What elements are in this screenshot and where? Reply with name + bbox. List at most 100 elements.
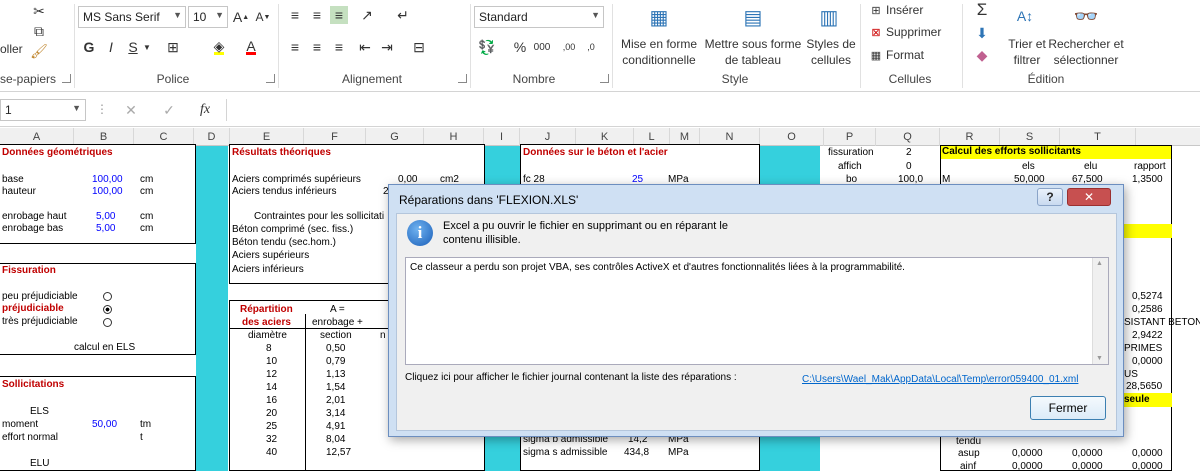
details-box[interactable]: Ce classeur a perdu son projet VBA, ses … [405,257,1109,365]
cell-styles-line2: cellules [810,53,852,67]
increase-decimal-icon[interactable]: ,00 [560,38,578,56]
r-asup: 0,0000 [1012,448,1043,459]
underline-button[interactable]: S [124,38,142,56]
rep-section-3: 1,54 [326,382,346,393]
shrink-font-icon[interactable]: A ▼ [254,8,272,26]
close-dialog-button[interactable]: Fermer [1030,396,1106,420]
format-icon[interactable]: ▦ [868,47,884,63]
copy-icon[interactable]: ⧉ [30,22,48,40]
column-header-i[interactable]: I [484,128,520,146]
insert-function-button[interactable]: fx [196,101,214,119]
chevron-down-icon[interactable]: ▼ [142,38,152,56]
font-launcher[interactable] [266,74,275,83]
column-header-p[interactable]: P [824,128,876,146]
clear-icon[interactable]: ◆ [972,46,992,64]
enrb-value[interactable]: 5,00 [96,223,115,235]
percent-button[interactable]: % [512,38,528,56]
align-center-icon[interactable]: ≡ [308,38,326,56]
wrap-text-icon[interactable]: ↵ [392,6,414,24]
radio-peu[interactable] [103,292,112,301]
fill-color-icon[interactable]: ◈ [210,38,228,56]
number-launcher[interactable] [600,74,609,83]
grow-font-icon[interactable]: A ▲ [232,8,250,26]
base-label: base [2,174,24,185]
indent-decrease-icon[interactable]: ⇤ [356,38,374,56]
merge-center-icon[interactable]: ⊟ [408,38,430,56]
column-header-t[interactable]: T [1060,128,1136,146]
align-bottom-icon[interactable]: ≡ [330,6,348,24]
radio-prejudiciable[interactable] [103,305,112,314]
scroll-down-icon[interactable]: ▼ [1096,355,1103,362]
indent-increase-icon[interactable]: ⇥ [378,38,396,56]
column-header-o[interactable]: O [760,128,824,146]
column-header-r[interactable]: R [940,128,1000,146]
align-right-icon[interactable]: ≡ [330,38,348,56]
rep-diam-8: 40 [266,447,278,458]
details-scrollbar[interactable]: ▲ ▼ [1092,258,1108,364]
paste-label[interactable]: oller [0,42,23,56]
p-affich: 0 [906,161,912,172]
align-middle-icon[interactable]: ≡ [308,6,326,24]
scissors-icon[interactable]: ✂ [30,2,48,20]
format-as-table-icon[interactable]: ▤ [740,2,766,32]
font-name-value: MS Sans Serif [83,10,160,24]
delete-icon[interactable]: ⊠ [868,24,884,40]
cancel-formula-icon[interactable]: ✕ [122,101,140,119]
insert-icon[interactable]: ⊞ [868,2,884,18]
help-button[interactable]: ? [1037,188,1063,206]
number-format-combo[interactable]: Standard ▼ [474,6,604,28]
borders-icon[interactable]: ⊞ [164,38,182,56]
orientation-icon[interactable]: ↗ [356,6,378,24]
name-box[interactable]: 1 ▼ [0,99,86,121]
radio-tres[interactable] [103,318,112,327]
format-button[interactable]: Format [886,48,924,62]
find-select-button[interactable]: Rechercher et sélectionner [1046,36,1126,68]
moment-value[interactable]: 50,00 [92,419,117,431]
dialog-message-2: contenu illisible. [443,234,521,246]
italic-button[interactable]: I [102,38,120,56]
font-size-combo[interactable]: 10 ▼ [188,6,228,28]
delete-button[interactable]: Supprimer [886,25,941,39]
column-header-q[interactable]: Q [876,128,940,146]
conditional-formatting-icon[interactable]: ▦ [646,2,672,32]
format-painter-icon[interactable]: 🖌 [30,42,48,60]
scroll-up-icon[interactable]: ▲ [1096,260,1103,267]
rep-n: n [380,330,386,341]
beton-comp: Béton comprimé (sec. fiss.) [232,224,354,235]
format-as-table-button[interactable]: Mettre sous forme de tableau [702,36,804,68]
cell-styles-button[interactable]: Styles de cellules [804,36,858,68]
binoculars-icon[interactable]: 👓 [1070,0,1102,32]
r-ainf: 0,0000 [1012,461,1043,471]
font-color-icon[interactable]: A [242,38,260,56]
ati-label: Aciers tendus inférieurs [232,186,337,197]
alignment-launcher[interactable] [458,74,467,83]
fill-icon[interactable]: ⬇ [972,24,992,42]
insert-button[interactable]: Insérer [886,3,923,17]
align-left-icon[interactable]: ≡ [286,38,304,56]
column-header-s[interactable]: S [1000,128,1060,146]
cell-styles-icon[interactable]: ▥ [816,2,842,32]
close-button[interactable]: ✕ [1067,188,1111,206]
t-2942: 2,9422 [1132,330,1163,341]
ac-sup: Aciers supérieurs [232,250,310,261]
sort-filter-button[interactable]: Trier et filtrer [1002,36,1052,68]
align-top-icon[interactable]: ≡ [286,6,304,24]
log-link[interactable]: C:\Users\Wael_Mak\AppData\Local\Temp\err… [802,374,1078,385]
column-header-d[interactable]: D [194,128,230,146]
formula-input[interactable] [226,99,1200,121]
currency-icon[interactable]: 💱 [476,38,498,56]
number-group-label: Nombre [512,72,556,86]
enter-formula-icon[interactable]: ✓ [160,101,178,119]
more-dots-icon: ⋮ [96,102,108,116]
clipboard-launcher[interactable] [62,74,71,83]
autosum-icon[interactable]: Σ [972,0,992,20]
sort-filter-icon[interactable]: A↕ [1010,0,1040,32]
haut-value[interactable]: 100,00 [92,186,123,198]
bold-button[interactable]: G [80,38,98,56]
conditional-formatting-button[interactable]: Mise en forme conditionnelle [614,36,704,68]
base-value[interactable]: 100,00 [92,174,123,186]
decrease-decimal-icon[interactable]: ,0 [582,38,600,56]
thousands-button[interactable]: 000 [532,38,552,56]
enrh-value[interactable]: 5,00 [96,211,115,223]
font-name-combo[interactable]: MS Sans Serif ▼ [78,6,186,28]
